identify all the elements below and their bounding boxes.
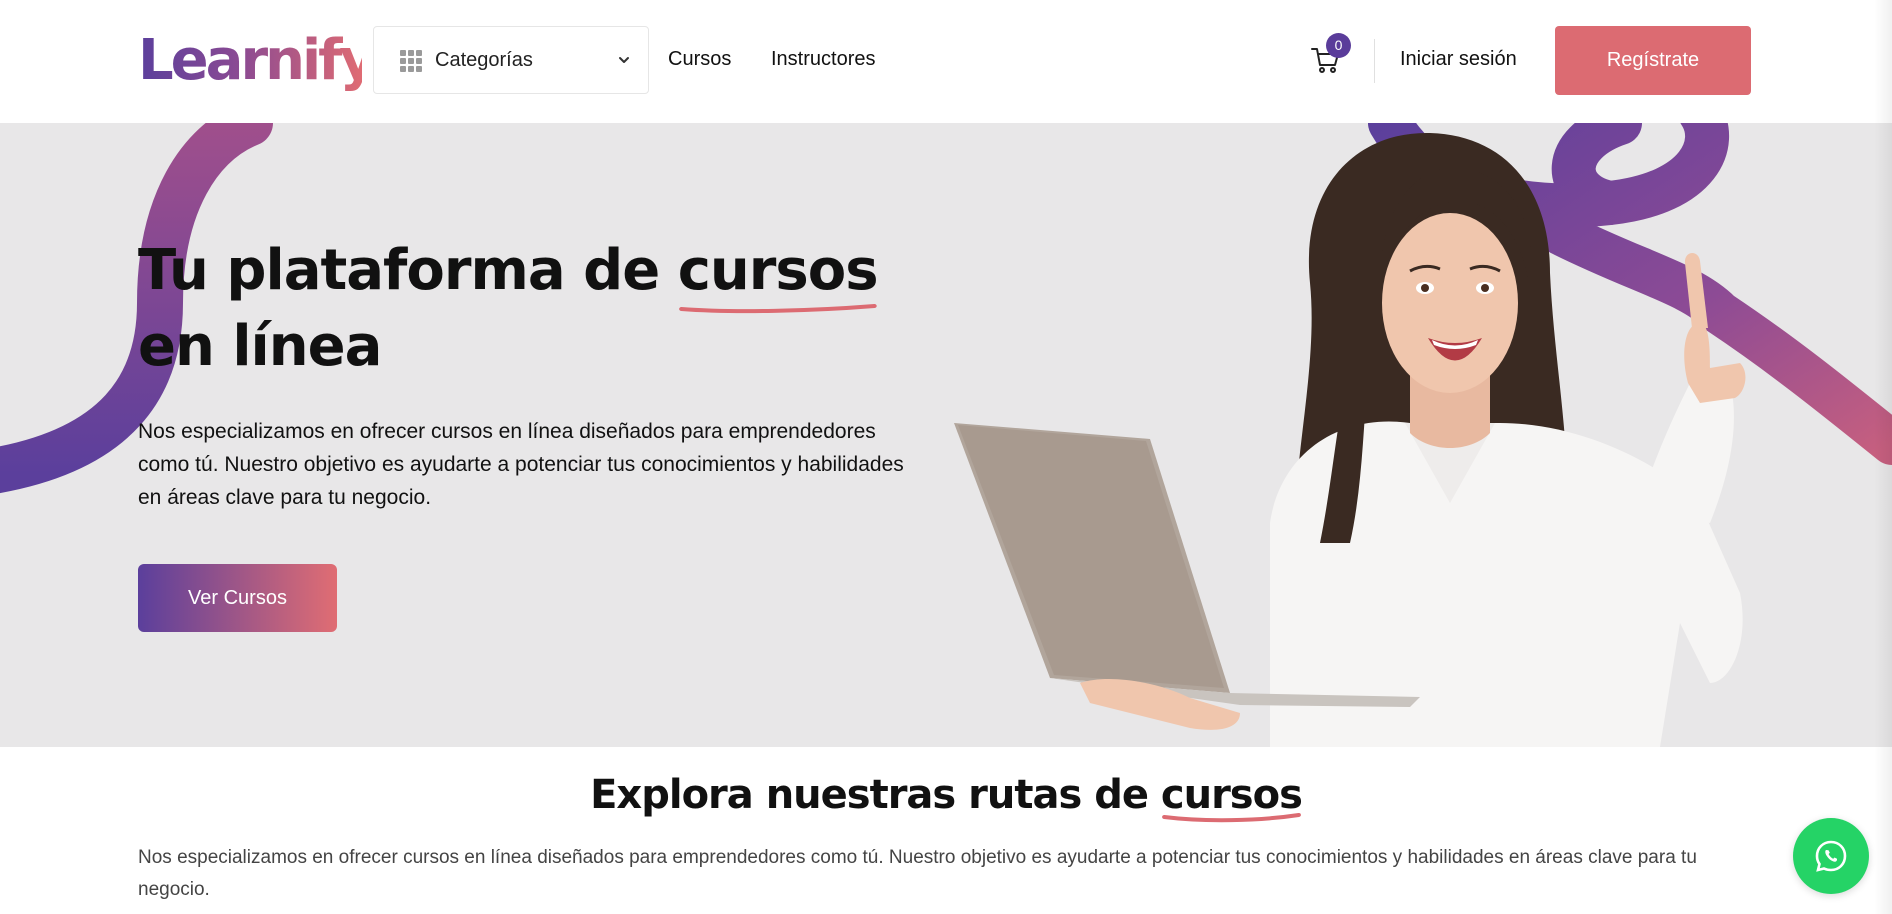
- whatsapp-icon: [1815, 840, 1847, 872]
- categories-label: Categorías: [435, 49, 533, 71]
- brush-underline: [1161, 813, 1301, 823]
- nav-instructores-link[interactable]: Instructores: [771, 48, 875, 71]
- brush-underline: [678, 304, 877, 314]
- explore-title-highlight: cursos: [1161, 772, 1303, 823]
- header-divider: [1374, 39, 1375, 83]
- site-header: Learnify Categorías Cursos Instructores …: [0, 0, 1892, 123]
- explore-description: Nos especializamos en ofrecer cursos en …: [138, 847, 1697, 900]
- whatsapp-button[interactable]: [1793, 818, 1869, 894]
- hero-title-highlight: cursos: [677, 233, 879, 314]
- hero-title: Tu plataforma de cursos en línea: [138, 233, 938, 385]
- logo-text: Learnify: [138, 28, 376, 93]
- ver-cursos-button[interactable]: Ver Cursos: [138, 564, 337, 632]
- hero-title-part2: en línea: [138, 314, 382, 379]
- login-link[interactable]: Iniciar sesión: [1400, 48, 1517, 71]
- learnify-logo[interactable]: Learnify: [138, 28, 376, 94]
- explore-title-part1: Explora nuestras rutas de: [590, 772, 1161, 818]
- hero-section: Tu plataforma de cursos en línea Nos esp…: [0, 123, 1892, 747]
- scroll-edge-shadow: [1874, 0, 1892, 914]
- cart-count-badge: 0: [1326, 33, 1351, 58]
- hero-title-highlight-text: cursos: [677, 238, 879, 303]
- chevron-down-icon: [619, 57, 629, 63]
- categories-dropdown[interactable]: Categorías: [373, 26, 649, 94]
- hero-title-part1: Tu plataforma de: [138, 238, 678, 303]
- explore-title: Explora nuestras rutas de cursos: [0, 772, 1892, 823]
- nav-cursos-link[interactable]: Cursos: [668, 48, 731, 71]
- hero-person-image: [954, 132, 1746, 747]
- register-button[interactable]: Regístrate: [1555, 26, 1751, 95]
- grid-icon: [400, 50, 422, 72]
- hero-description: Nos especializamos en ofrecer cursos en …: [138, 420, 904, 509]
